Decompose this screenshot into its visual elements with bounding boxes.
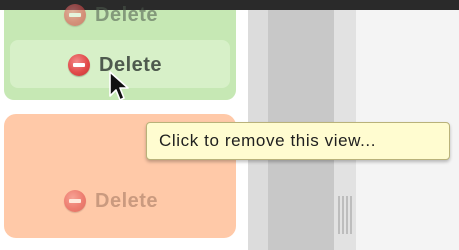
tooltip-text: Click to remove this view... — [159, 131, 377, 150]
delete-row-top[interactable]: Delete — [64, 4, 158, 26]
minus-circle-icon[interactable] — [64, 4, 86, 26]
delete-label[interactable]: Delete — [95, 190, 158, 213]
resize-grip-icon[interactable] — [338, 196, 352, 234]
tooltip: Click to remove this view... — [146, 122, 450, 160]
delete-label[interactable]: Delete — [95, 4, 158, 27]
minus-circle-icon[interactable] — [68, 54, 90, 76]
mouse-cursor-icon — [109, 71, 129, 101]
minus-circle-icon[interactable] — [64, 190, 86, 212]
delete-button[interactable]: Delete — [64, 188, 158, 214]
